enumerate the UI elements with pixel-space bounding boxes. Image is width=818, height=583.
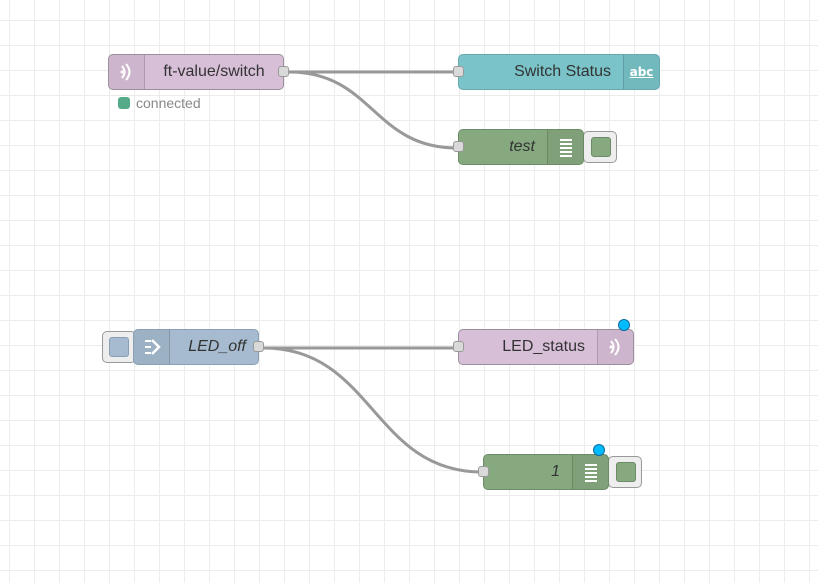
list-icon xyxy=(547,130,583,164)
node-label: 1 xyxy=(551,463,560,480)
input-port[interactable] xyxy=(453,341,464,352)
abc-icon: abc xyxy=(623,55,659,89)
ui-text-node[interactable]: Switch Status abc xyxy=(453,54,660,90)
node-label: ft-value/switch xyxy=(163,63,265,80)
debug-toggle-inner[interactable] xyxy=(616,462,636,482)
debug-toggle-inner[interactable] xyxy=(591,137,611,157)
status-dot xyxy=(118,97,130,109)
node-label: test xyxy=(509,138,535,155)
node-status: connected xyxy=(118,95,201,111)
node-label: LED_off xyxy=(188,338,246,355)
debug-node-test[interactable]: test xyxy=(453,129,584,165)
inject-button[interactable] xyxy=(102,331,136,363)
node-label: Switch Status xyxy=(514,63,611,80)
mqtt-out-node[interactable]: LED_status xyxy=(453,329,634,365)
output-port[interactable] xyxy=(278,66,289,77)
list-icon xyxy=(572,455,608,489)
output-port[interactable] xyxy=(253,341,264,352)
inject-button-inner[interactable] xyxy=(109,337,129,357)
input-port[interactable] xyxy=(453,141,464,152)
link-node-led-off[interactable]: LED_off xyxy=(133,329,264,365)
debug-toggle-button[interactable] xyxy=(608,456,642,488)
input-port[interactable] xyxy=(478,466,489,477)
wire[interactable] xyxy=(288,70,458,150)
abc-icon-text: abc xyxy=(629,65,654,79)
wifi-icon xyxy=(597,330,633,364)
arrow-right-icon xyxy=(134,330,170,364)
node-label: LED_status xyxy=(502,338,585,355)
mqtt-in-node[interactable]: ft-value/switch xyxy=(108,54,289,90)
wire[interactable] xyxy=(263,346,483,474)
changed-marker xyxy=(593,444,605,456)
wifi-icon xyxy=(109,55,145,89)
debug-node-1[interactable]: 1 xyxy=(478,454,609,490)
input-port[interactable] xyxy=(453,66,464,77)
debug-toggle-button[interactable] xyxy=(583,131,617,163)
changed-marker xyxy=(618,319,630,331)
status-text: connected xyxy=(136,95,201,111)
